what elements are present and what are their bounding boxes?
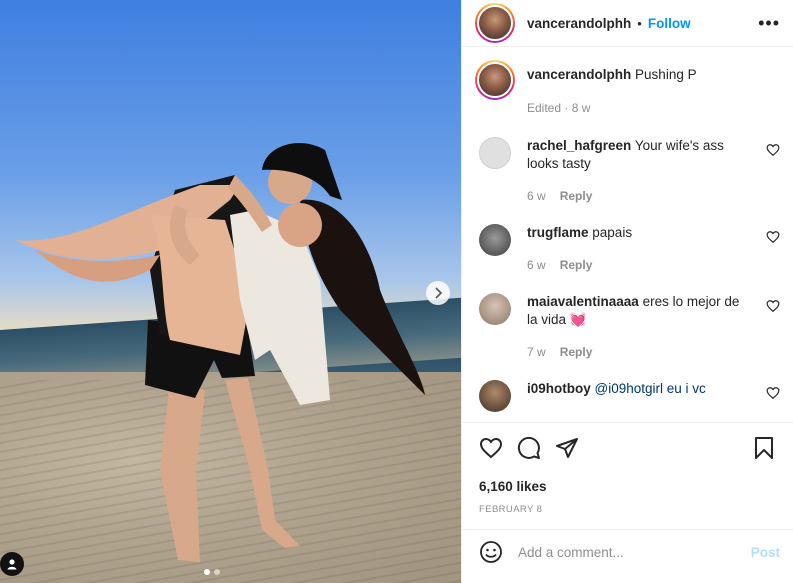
comment-text: @i09hotgirl eu i vc [594, 381, 706, 396]
post-date: FEBRUARY 8 [479, 504, 543, 515]
comment-avatar[interactable] [479, 137, 511, 169]
comment-item: rachel_hafgreen Your wife's ass looks ta… [475, 137, 780, 205]
comment-button[interactable] [510, 429, 548, 467]
post-photo[interactable] [0, 0, 461, 583]
comment-username[interactable]: rachel_hafgreen [527, 138, 631, 153]
user-tag-button[interactable] [0, 552, 24, 576]
follow-button[interactable]: Follow [648, 16, 691, 31]
post-comment-button[interactable]: Post [751, 545, 780, 560]
carousel-next-button[interactable] [426, 281, 450, 305]
avatar[interactable] [475, 3, 515, 43]
photo-couple-silhouette [15, 142, 425, 562]
share-icon [556, 438, 578, 458]
reply-button[interactable]: Reply [560, 189, 593, 203]
comment-item: trugflame papais 6 w Reply [475, 224, 780, 274]
post-header: vancerandolphh • Follow ••• [462, 0, 793, 47]
comment-age: 7 w [527, 345, 546, 359]
avatar-image [477, 62, 513, 98]
likes-count[interactable]: 6,160 likes [462, 473, 793, 494]
share-button[interactable] [548, 429, 586, 467]
comment-avatar[interactable] [479, 380, 511, 412]
heart-icon[interactable] [766, 230, 780, 244]
reply-button[interactable]: Reply [560, 258, 593, 272]
caption-username[interactable]: vancerandolphh [527, 67, 631, 82]
comment-meta: 6 w Reply [527, 187, 752, 205]
comment-avatar[interactable] [479, 293, 511, 325]
comment-body: maiavalentinaaaa eres lo mejor de la vid… [527, 293, 752, 361]
caption-text: Pushing P [635, 67, 697, 82]
chevron-right-icon [435, 287, 443, 299]
save-button[interactable] [745, 429, 783, 467]
post-side-panel: vancerandolphh • Follow ••• vancerandolp… [461, 0, 793, 583]
emoji-icon[interactable] [479, 540, 503, 564]
caption-meta: Edited · 8 w [527, 101, 591, 115]
carousel-dot-active [204, 569, 210, 575]
user-tag-icon [7, 559, 17, 570]
comment-username[interactable]: trugflame [527, 225, 589, 240]
caption: vancerandolphh Pushing P Edited · 8 w [475, 60, 780, 117]
comment-item: i09hotboy @i09hotgirl eu i vc [475, 380, 780, 412]
header-separator: • [637, 15, 642, 31]
comment-age: 6 w [527, 258, 546, 272]
comment-item: maiavalentinaaaa eres lo mejor de la vid… [475, 293, 780, 361]
heart-icon[interactable] [766, 143, 780, 157]
caption-avatar[interactable] [475, 60, 515, 100]
comment-input[interactable] [518, 544, 751, 560]
comment-meta: 7 w Reply [527, 343, 752, 361]
comment-username[interactable]: i09hotboy [527, 381, 591, 396]
carousel-dots [204, 569, 220, 575]
heart-icon[interactable] [766, 386, 780, 400]
post-username[interactable]: vancerandolphh [527, 16, 631, 31]
comment-body: trugflame papais 6 w Reply [527, 224, 752, 274]
like-button[interactable] [472, 429, 510, 467]
comment-age: 6 w [527, 189, 546, 203]
heart-icon[interactable] [766, 299, 780, 313]
comment-avatar[interactable] [479, 224, 511, 256]
comment-body: i09hotboy @i09hotgirl eu i vc [527, 380, 752, 412]
comment-meta: 6 w Reply [527, 256, 752, 274]
comments-list[interactable]: vancerandolphh Pushing P Edited · 8 w ra… [462, 47, 793, 423]
comment-text: papais [592, 225, 633, 240]
caption-body: vancerandolphh Pushing P Edited · 8 w [527, 60, 697, 117]
reply-button[interactable]: Reply [560, 345, 593, 359]
post-modal: vancerandolphh • Follow ••• vancerandolp… [0, 0, 793, 583]
carousel-dot [214, 569, 220, 575]
action-bar [462, 423, 793, 473]
comment-icon [517, 436, 540, 459]
add-comment-bar: Post [462, 529, 793, 574]
heart-icon [479, 437, 503, 459]
comment-username[interactable]: maiavalentinaaaa [527, 294, 639, 309]
avatar-image [477, 5, 513, 41]
bookmark-icon [755, 437, 773, 459]
more-icon[interactable]: ••• [758, 13, 780, 34]
comment-body: rachel_hafgreen Your wife's ass looks ta… [527, 137, 752, 205]
